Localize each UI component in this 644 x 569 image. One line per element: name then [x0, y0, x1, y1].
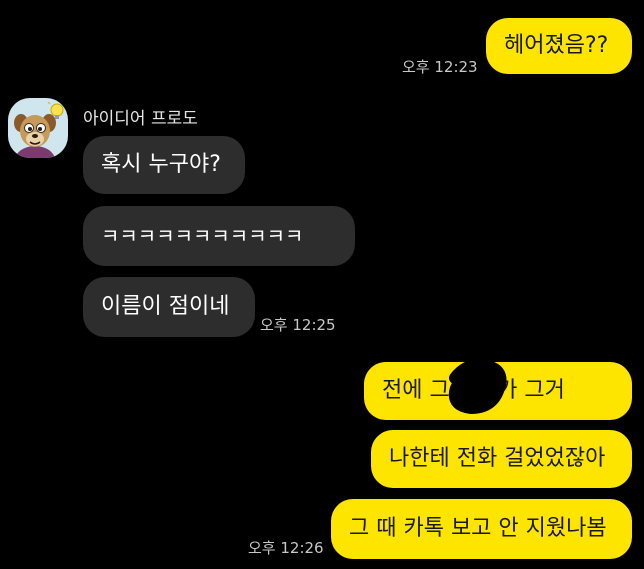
message-timestamp: 오후 12:23: [402, 58, 478, 76]
incoming-message-bubble[interactable]: 혹시 누구야?: [83, 136, 245, 194]
outgoing-message-bubble[interactable]: 그 때 카톡 보고 안 지웠나봄: [331, 499, 632, 559]
incoming-message-bubble[interactable]: ㅋㅋㅋㅋㅋㅋㅋㅋㅋㅋㅋ: [83, 206, 355, 266]
outgoing-message-bubble[interactable]: 헤어졌음??: [486, 18, 632, 74]
message-timestamp: 오후 12:25: [260, 316, 336, 334]
sender-name: 아이디어 프로도: [83, 109, 198, 129]
outgoing-message-bubble[interactable]: 나한테 전화 걸었었잖아: [371, 430, 632, 488]
incoming-message-bubble[interactable]: 이름이 점이네: [83, 277, 255, 337]
message-timestamp: 오후 12:26: [248, 539, 324, 557]
redaction-scribble: [448, 359, 507, 414]
frodo-character-icon: [14, 98, 67, 158]
sender-avatar[interactable]: [8, 98, 68, 158]
